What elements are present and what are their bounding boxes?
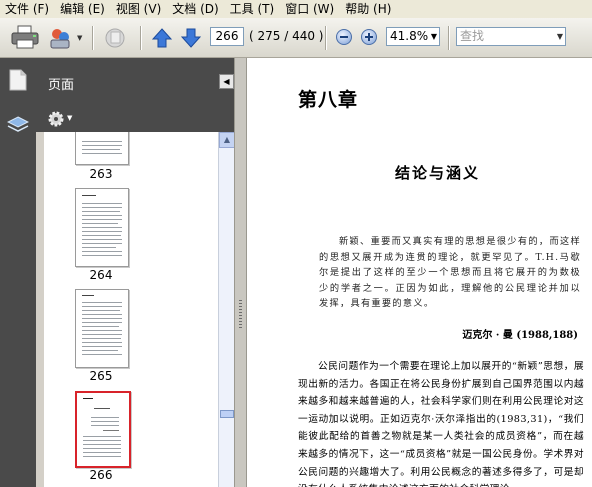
next-page-icon[interactable]: [181, 28, 201, 48]
options-dropdown-icon[interactable]: ▼: [67, 114, 72, 122]
thumbnail-label: 263: [89, 167, 113, 181]
scrollbar-thumb[interactable]: [220, 410, 234, 418]
menu-document[interactable]: 文档 (D): [167, 0, 224, 18]
thumbnail-scrollbar[interactable]: ▲: [218, 132, 235, 487]
body-paragraph: 公民问题作为一个需要在理论上加以展开的“新颖”思想，展现出新的活力。各国正在将公…: [298, 361, 584, 487]
menu-bar: 文件 (F) 编辑 (E) 视图 (V) 文档 (D) 工具 (T) 窗口 (W…: [0, 0, 592, 18]
thumbnail-label: 266: [89, 468, 113, 482]
pages-icon[interactable]: [9, 69, 27, 91]
search-input[interactable]: 查找 ▼: [456, 27, 566, 46]
menu-file[interactable]: 文件 (F): [0, 0, 55, 18]
zoom-out-button[interactable]: [336, 29, 352, 45]
search-placeholder: 查找: [460, 29, 485, 43]
collapse-panel-button[interactable]: ◀: [219, 74, 234, 89]
page-thumbnail-selected[interactable]: [75, 391, 131, 468]
page-thumbnail[interactable]: [75, 188, 129, 267]
chapter-title: 结论与涵义: [395, 164, 481, 182]
search-dropdown-icon[interactable]: ▼: [557, 28, 563, 45]
menu-tools[interactable]: 工具 (T): [225, 0, 281, 18]
panel-options-bar: ▼: [36, 106, 242, 132]
thumbnail-label: 265: [89, 369, 113, 383]
print-icon[interactable]: [11, 25, 39, 49]
menu-help[interactable]: 帮助 (H): [340, 0, 397, 18]
epigraph-attribution: 迈克尔 · 曼 (1988,188): [462, 330, 578, 341]
epigraph: 新颖、重要而又真实有理的思想是很少有的，而这样的思想又展开成为连贯的理论，就更罕…: [319, 236, 581, 309]
menu-edit[interactable]: 编辑 (E): [55, 0, 111, 18]
page-number-input[interactable]: 266: [210, 27, 244, 46]
thumbnail-label: 264: [89, 268, 113, 282]
collaborate-icon[interactable]: [48, 26, 74, 50]
collaborate-dropdown-icon[interactable]: ▼: [77, 34, 82, 42]
previous-page-icon[interactable]: [152, 28, 172, 48]
zoom-select[interactable]: 41.8% ▼: [386, 27, 440, 46]
menu-window[interactable]: 窗口 (W): [280, 0, 340, 18]
menu-view[interactable]: 视图 (V): [111, 0, 167, 18]
toolbar: ▼ 266 ( 275 / 440 ) 41.8% ▼ 查找 ▼: [0, 18, 592, 58]
panel-splitter[interactable]: [234, 58, 247, 487]
panel-title: 页面: [48, 78, 75, 93]
gear-icon[interactable]: [47, 110, 65, 128]
splitter-grip[interactable]: [239, 300, 242, 330]
minus-icon: [340, 36, 348, 38]
navigation-strip: [0, 58, 36, 487]
page-thumbnail[interactable]: [75, 289, 129, 368]
plus-vertical: [368, 33, 370, 41]
zoom-dropdown-icon[interactable]: ▼: [431, 28, 437, 45]
page-thumbnail[interactable]: [75, 132, 129, 165]
page-count: ( 275 / 440 ): [249, 29, 324, 43]
attach-tool-icon: [105, 28, 125, 48]
thumbnail-list: 263 264 265 266: [44, 132, 218, 487]
scroll-up-icon[interactable]: ▲: [219, 132, 235, 148]
layers-icon[interactable]: [7, 115, 29, 135]
chapter-heading: 第八章: [298, 89, 359, 111]
document-view[interactable]: 第八章 结论与涵义 新颖、重要而又真实有理的思想是很少有的，而这样的思想又展开成…: [247, 58, 592, 487]
pages-panel-header: 页面 ◀: [36, 58, 242, 106]
zoom-value: 41.8%: [390, 29, 429, 43]
zoom-in-button[interactable]: [361, 29, 377, 45]
